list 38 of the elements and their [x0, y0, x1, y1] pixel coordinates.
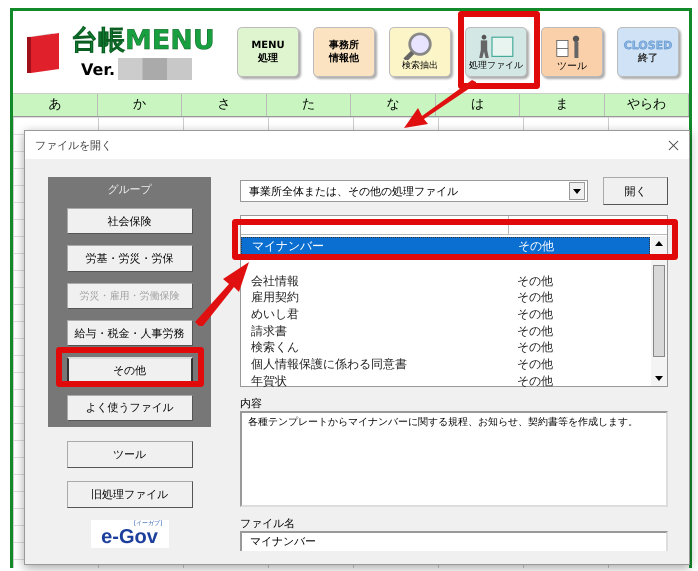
toolbar-button[interactable]: ツール — [541, 27, 603, 77]
file-list-row[interactable]: 年賀状 その他 — [241, 372, 650, 390]
group-button[interactable]: 労基・労災・労保 — [66, 245, 192, 272]
file-list-row[interactable]: 検索くん その他 — [241, 339, 650, 356]
file-list-row[interactable]: 会社情報 その他 — [241, 272, 650, 290]
column-header[interactable]: た — [266, 94, 351, 116]
file-list-row[interactable]: 個人情報保護に係わる同意書 その他 — [241, 356, 650, 373]
file-list-row[interactable]: めいし君 その他 — [241, 306, 650, 323]
dialog-button[interactable]: ツール — [66, 441, 192, 468]
group-button[interactable]: 給与・税金・人事労務 — [66, 320, 192, 346]
toolbar-button[interactable]: 事務所 情報他 — [313, 27, 375, 77]
column-header[interactable]: やらわ — [604, 94, 689, 116]
filename-field[interactable]: マイナンバー — [240, 531, 668, 551]
field-label: 内容 — [240, 397, 263, 411]
app-title: 台帳MENU — [71, 24, 216, 58]
field-label: ファイル名 — [240, 517, 296, 531]
group-button[interactable]: よく使うファイル — [66, 394, 192, 422]
file-list-row[interactable]: 雇用契約 その他 — [241, 289, 650, 306]
open-button[interactable]: 開く — [603, 177, 668, 205]
dialog-title: ファイルを開く — [35, 138, 112, 152]
group-title: グループ — [108, 183, 152, 197]
description-field[interactable]: 各種テンプレートからマイナンバーに関する規程、お知らせ、契約書等を作成します。 — [240, 411, 668, 507]
column-header[interactable]: さ — [182, 94, 266, 116]
group-button[interactable]: 社会保険 — [66, 208, 192, 234]
dialog-button[interactable]: 旧処理ファイル — [66, 481, 192, 508]
arrow — [195, 262, 249, 326]
toolbar-button[interactable]: MENU 処理 — [237, 27, 299, 77]
column-header[interactable]: か — [98, 94, 182, 116]
toolbar-button[interactable]: CLOSED 終了 — [617, 27, 679, 77]
toolbar-button[interactable]: 処理ファイル — [465, 27, 527, 77]
close-icon[interactable] — [668, 140, 679, 150]
category-dropdown[interactable]: 事業所全体または、その他の処理ファイル — [240, 180, 588, 202]
column-header[interactable]: ま — [520, 94, 604, 116]
scrollbar[interactable] — [651, 236, 667, 386]
version-label: Ver. — [81, 60, 116, 78]
file-list-row[interactable]: 請求書 その他 — [241, 322, 650, 340]
toolbar-button[interactable]: 検索抽出 — [389, 27, 451, 77]
column-header[interactable]: あ — [13, 94, 98, 116]
